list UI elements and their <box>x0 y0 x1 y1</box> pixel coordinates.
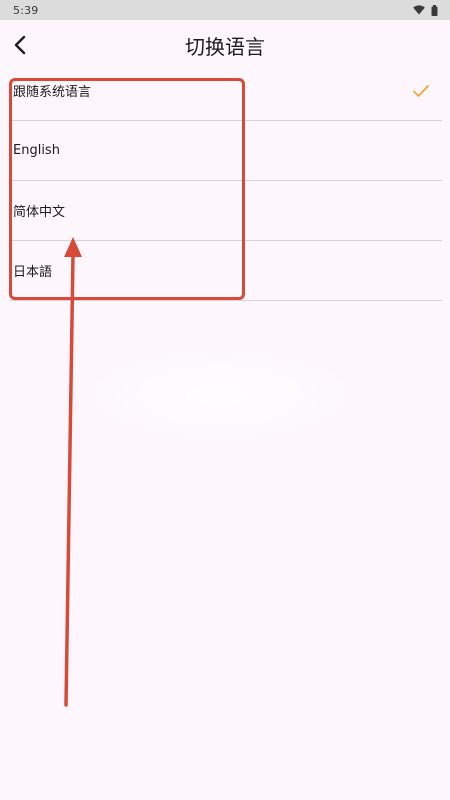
check-icon <box>413 85 429 97</box>
language-list: 跟随系统语言 English 简体中文 日本語 <box>10 61 442 301</box>
wifi-icon <box>413 5 425 15</box>
language-item-simplified-chinese[interactable]: 简体中文 <box>10 181 442 241</box>
language-label: 简体中文 <box>13 205 66 220</box>
language-label: English <box>13 143 60 158</box>
status-bar: 5:39 <box>0 0 450 20</box>
status-time: 5:39 <box>13 3 39 17</box>
language-label: 跟随系统语言 <box>13 85 92 100</box>
status-icons <box>413 4 438 16</box>
language-item-english[interactable]: English <box>10 121 442 181</box>
language-item-japanese[interactable]: 日本語 <box>10 241 442 301</box>
screen: 5:39 切换语言 跟随系统语言 English 简体中文 日本語 <box>0 0 450 800</box>
battery-icon <box>431 4 438 16</box>
language-item-follow-system[interactable]: 跟随系统语言 <box>10 61 442 121</box>
background-ghost <box>80 345 360 445</box>
language-label: 日本語 <box>13 265 53 280</box>
